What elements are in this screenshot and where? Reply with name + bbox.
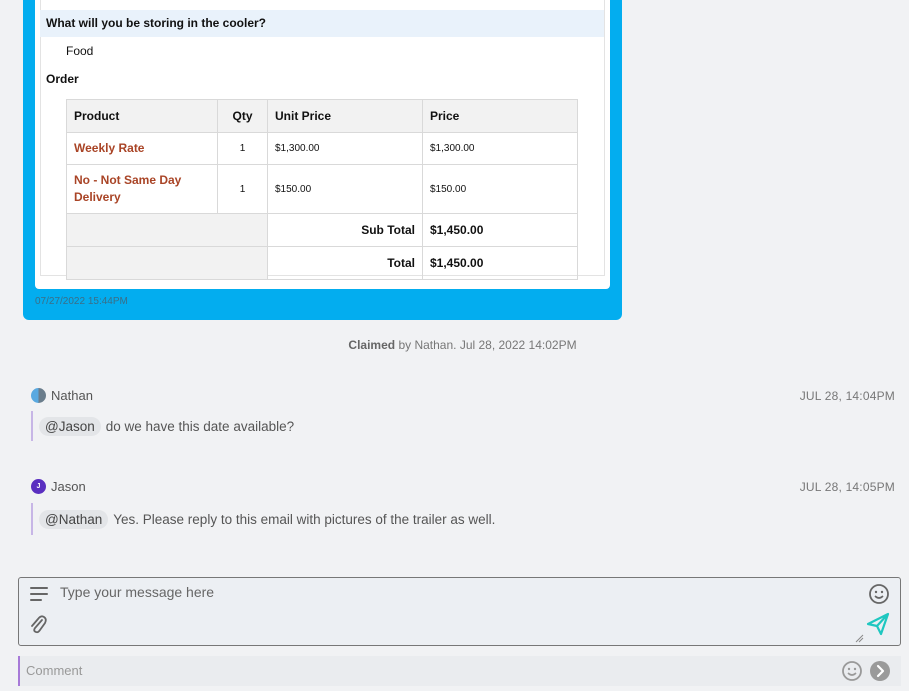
total-row: Total $1,450.00 (66, 246, 578, 280)
form-answer: Food (66, 44, 94, 58)
comment-input[interactable]: Comment (26, 663, 82, 678)
message-time: JUL 28, 14:05PM (799, 480, 895, 494)
form-question: What will you be storing in the cooler? (40, 10, 604, 37)
avatar: J (31, 479, 46, 494)
product-price: $150.00 (422, 164, 578, 214)
message-composer[interactable]: Type your message here (18, 577, 901, 646)
message-text: do we have this date available? (105, 418, 295, 434)
total-label: Total (267, 246, 423, 280)
author-name: Jason (51, 479, 86, 494)
product-unit-price: $150.00 (267, 164, 423, 214)
col-qty: Qty (217, 99, 268, 133)
message-text: Yes. Please reply to this email with pic… (113, 511, 496, 527)
blank-cell (66, 213, 268, 247)
col-unit-price: Unit Price (267, 99, 423, 133)
product-qty: 1 (217, 164, 268, 214)
subtotal-value: $1,450.00 (422, 213, 578, 247)
order-label: Order (46, 72, 79, 86)
order-table: Product Qty Unit Price Price Weekly Rate… (66, 99, 578, 280)
blank-cell (66, 246, 268, 280)
subtotal-label: Sub Total (267, 213, 423, 247)
product-price: $1,300.00 (422, 132, 578, 165)
emoji-icon[interactable] (868, 583, 890, 605)
message-input[interactable]: Type your message here (60, 584, 214, 600)
message-author: Nathan (31, 388, 93, 403)
claimed-detail: by Nathan. Jul 28, 2022 14:02PM (395, 338, 577, 352)
message-body: @Nathan Yes. Please reply to this email … (31, 503, 495, 535)
email-message-card: What will you be storing in the cooler? … (23, 0, 622, 320)
order-table-header: Product Qty Unit Price Price (66, 99, 578, 133)
subtotal-row: Sub Total $1,450.00 (66, 213, 578, 247)
author-name: Nathan (51, 388, 93, 403)
product-name: No - Not Same Day Delivery (66, 164, 218, 214)
message-author: J Jason (31, 479, 86, 494)
comment-bar[interactable]: Comment (18, 656, 901, 686)
claimed-note: Claimed by Nathan. Jul 28, 2022 14:02PM (0, 338, 909, 352)
message-time: JUL 28, 14:04PM (799, 389, 895, 403)
resize-handle-icon[interactable] (855, 634, 864, 643)
col-product: Product (66, 99, 218, 133)
product-name: Weekly Rate (66, 132, 218, 165)
menu-icon[interactable] (29, 585, 49, 603)
send-icon[interactable] (865, 611, 891, 637)
avatar (31, 388, 46, 403)
submit-arrow-icon[interactable] (869, 660, 891, 682)
emoji-icon[interactable] (841, 660, 863, 682)
attachment-icon[interactable] (28, 614, 48, 636)
email-content: What will you be storing in the cooler? … (35, 0, 610, 289)
table-row: Weekly Rate 1 $1,300.00 $1,300.00 (66, 132, 578, 165)
message-body: @Jason do we have this date available? (31, 411, 294, 441)
claimed-label: Claimed (348, 338, 396, 352)
product-unit-price: $1,300.00 (267, 132, 423, 165)
col-price: Price (422, 99, 578, 133)
mention-chip[interactable]: @Jason (39, 416, 101, 436)
table-row: No - Not Same Day Delivery 1 $150.00 $15… (66, 164, 578, 214)
email-timestamp: 07/27/2022 15:44PM (35, 296, 128, 307)
product-qty: 1 (217, 132, 268, 165)
total-value: $1,450.00 (422, 246, 578, 280)
mention-chip[interactable]: @Nathan (39, 509, 109, 529)
